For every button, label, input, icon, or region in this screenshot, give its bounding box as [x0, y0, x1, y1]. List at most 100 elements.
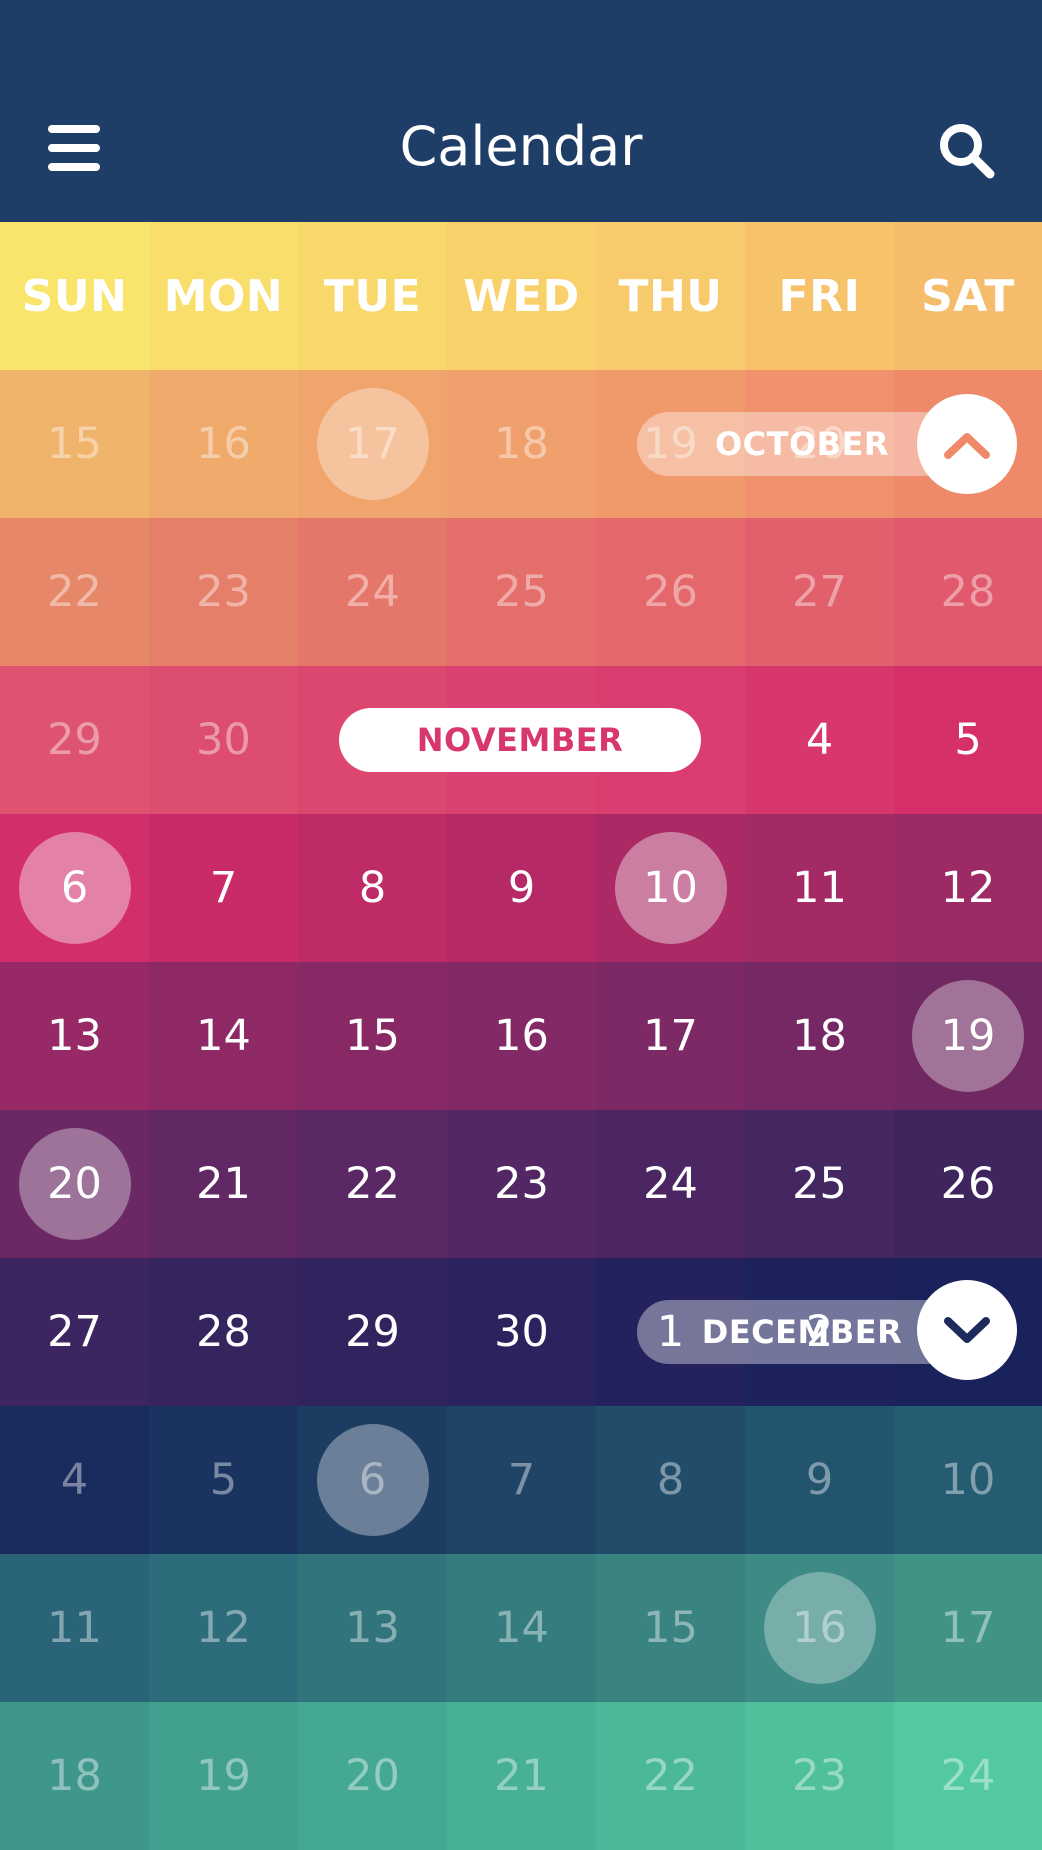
day-cell[interactable]: 13: [298, 1554, 447, 1702]
day-cell[interactable]: 5: [894, 666, 1042, 814]
next-month-button[interactable]: [917, 1280, 1017, 1380]
day-number: 29: [47, 715, 102, 765]
day-cell[interactable]: 14: [149, 962, 298, 1110]
day-cell[interactable]: 22: [596, 1702, 745, 1850]
day-number: 7: [209, 863, 238, 913]
day-number: 8: [656, 1455, 685, 1505]
day-cell[interactable]: 17: [894, 1554, 1042, 1702]
day-number: 30: [196, 715, 251, 765]
previous-month-button[interactable]: [917, 394, 1017, 494]
day-cell[interactable]: 10: [596, 814, 745, 962]
day-cell[interactable]: 24: [894, 1702, 1042, 1850]
search-icon[interactable]: [936, 120, 998, 182]
day-cell[interactable]: 27: [745, 518, 894, 666]
day-cell[interactable]: 15: [596, 1554, 745, 1702]
day-number: 23: [494, 1159, 549, 1209]
day-cell[interactable]: 24: [298, 518, 447, 666]
week-row: 22 23 24 25 26 27 28: [0, 518, 1042, 666]
november-month-pill[interactable]: NOVEMBER: [339, 708, 701, 772]
day-number: 25: [494, 567, 549, 617]
day-cell[interactable]: 29: [0, 666, 149, 814]
day-cell[interactable]: 23: [745, 1702, 894, 1850]
day-cell[interactable]: 30: [447, 1258, 596, 1406]
weekday-cell: SUN: [0, 222, 149, 370]
day-cell[interactable]: 18: [447, 370, 596, 518]
day-number: 27: [792, 567, 847, 617]
day-cell[interactable]: 14: [447, 1554, 596, 1702]
chevron-up-icon: [944, 433, 990, 459]
day-number: 14: [196, 1011, 251, 1061]
day-cell[interactable]: 22: [0, 518, 149, 666]
day-number: 17: [940, 1603, 996, 1653]
day-cell[interactable]: 11: [745, 814, 894, 962]
day-cell[interactable]: 18: [0, 1702, 149, 1850]
day-number: 23: [792, 1751, 847, 1801]
day-cell[interactable]: 8: [596, 1406, 745, 1554]
day-cell[interactable]: 6: [298, 1406, 447, 1554]
week-row: 4 5 6 7 8 9 10: [0, 1406, 1042, 1554]
day-cell[interactable]: 16: [447, 962, 596, 1110]
day-cell[interactable]: 23: [149, 518, 298, 666]
weekday-cell: TUE: [298, 222, 447, 370]
day-number: 24: [643, 1159, 698, 1209]
day-cell[interactable]: 4: [745, 666, 894, 814]
day-cell[interactable]: 4: [0, 1406, 149, 1554]
day-number: 14: [494, 1603, 549, 1653]
week-row: 13 14 15 16 17 18 19: [0, 962, 1042, 1110]
day-cell[interactable]: 10: [894, 1406, 1042, 1554]
day-cell[interactable]: 12: [894, 814, 1042, 962]
day-cell[interactable]: 8: [298, 814, 447, 962]
day-cell[interactable]: 16: [149, 370, 298, 518]
day-cell[interactable]: 20: [0, 1110, 149, 1258]
day-cell[interactable]: 28: [894, 518, 1042, 666]
day-cell[interactable]: 9: [745, 1406, 894, 1554]
day-cell[interactable]: 19: [149, 1702, 298, 1850]
day-cell[interactable]: 17: [596, 962, 745, 1110]
day-cell[interactable]: 17: [298, 370, 447, 518]
day-number: 26: [940, 1159, 996, 1209]
weekday-cell: WED: [447, 222, 596, 370]
day-cell[interactable]: 22: [298, 1110, 447, 1258]
day-cell[interactable]: 23: [447, 1110, 596, 1258]
day-cell[interactable]: 25: [745, 1110, 894, 1258]
day-number: 5: [209, 1455, 238, 1505]
day-cell[interactable]: 20: [298, 1702, 447, 1850]
day-number: 11: [792, 863, 847, 913]
day-cell[interactable]: 19: [894, 962, 1042, 1110]
day-number: 17: [345, 419, 400, 469]
day-number: 10: [940, 1455, 996, 1505]
day-number: 8: [358, 863, 387, 913]
day-cell[interactable]: 24: [596, 1110, 745, 1258]
weekday-header-row: SUN MON TUE WED THU FRI SAT: [0, 222, 1042, 370]
day-cell[interactable]: 28: [149, 1258, 298, 1406]
day-number: 24: [345, 567, 400, 617]
day-cell[interactable]: 15: [298, 962, 447, 1110]
day-cell[interactable]: 21: [447, 1702, 596, 1850]
day-cell[interactable]: 12: [149, 1554, 298, 1702]
day-cell[interactable]: 9: [447, 814, 596, 962]
day-cell[interactable]: 30: [149, 666, 298, 814]
day-cell[interactable]: 29: [298, 1258, 447, 1406]
day-cell[interactable]: 26: [894, 1110, 1042, 1258]
day-cell[interactable]: 27: [0, 1258, 149, 1406]
week-row: 20 21 22 23 24 25 26: [0, 1110, 1042, 1258]
day-number: 18: [47, 1751, 102, 1801]
chevron-down-icon: [944, 1317, 990, 1343]
day-cell[interactable]: 16: [745, 1554, 894, 1702]
day-cell[interactable]: 13: [0, 962, 149, 1110]
day-cell[interactable]: 21: [149, 1110, 298, 1258]
day-number: 19: [940, 1011, 996, 1061]
day-cell[interactable]: 25: [447, 518, 596, 666]
day-cell[interactable]: 26: [596, 518, 745, 666]
day-cell[interactable]: 18: [745, 962, 894, 1110]
day-cell[interactable]: 6: [0, 814, 149, 962]
day-cell[interactable]: 5: [149, 1406, 298, 1554]
day-cell[interactable]: 15: [0, 370, 149, 518]
day-number: 10: [643, 863, 698, 913]
day-number: 16: [196, 419, 251, 469]
day-cell[interactable]: 7: [447, 1406, 596, 1554]
day-cell[interactable]: 7: [149, 814, 298, 962]
day-cell[interactable]: 11: [0, 1554, 149, 1702]
day-number: 9: [507, 863, 536, 913]
day-number: 27: [47, 1307, 102, 1357]
